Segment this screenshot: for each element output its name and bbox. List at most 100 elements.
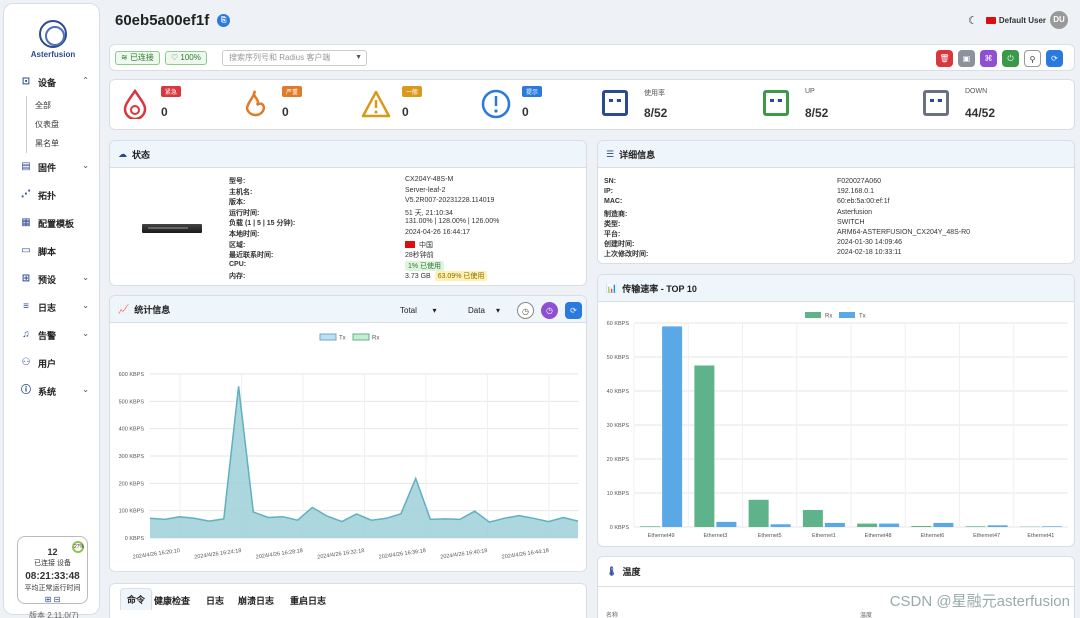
connection-status-badge: ≋ 已连接: [115, 51, 160, 65]
sidebar-item-label: 拓扑: [38, 190, 57, 201]
sidebar-item-label: 预设: [38, 274, 57, 285]
refresh-button[interactable]: ⟳: [1046, 50, 1063, 67]
sidebar-item-label: 告警: [38, 330, 57, 341]
data-select[interactable]: Data ▾: [468, 306, 500, 315]
alarm-minor[interactable]: 一般 0: [361, 86, 461, 126]
temp-col-name[interactable]: 名称: [606, 610, 618, 618]
alarm-info[interactable]: 提示 0: [481, 86, 581, 126]
chevron-down-icon[interactable]: ▼: [355, 51, 362, 65]
refresh-stats-button[interactable]: ⟳: [565, 302, 582, 319]
line-chart-icon: 📈: [118, 303, 130, 314]
history-button[interactable]: ◷: [517, 302, 534, 319]
y-tick-label: 60 KBPS: [607, 321, 630, 327]
y-tick-label: 500 KBPS: [119, 399, 145, 405]
port-usage-label: 使用率: [644, 90, 665, 97]
y-tick-label: 300 KBPS: [119, 454, 145, 460]
chevron-down-icon[interactable]: ⌄: [82, 329, 89, 338]
chevron-down-icon[interactable]: ⌄: [82, 385, 89, 394]
statistics-card-header: 📈 统计信息: [110, 296, 586, 323]
x-tick-label: 2024/4/26 16:32:18: [317, 548, 365, 561]
status-key: 最近联系时间:: [229, 252, 274, 260]
sidebar-item-4[interactable]: ▭ 脚本: [4, 237, 101, 265]
sidebar-item-9[interactable]: ⓘ 系统 ⌄: [4, 377, 101, 405]
next-icon[interactable]: ⊟: [54, 595, 61, 604]
sidebar-item-6[interactable]: ≡ 日志 ⌄: [4, 293, 101, 321]
sidebar-item-2[interactable]: ⋰ 拓扑: [4, 181, 101, 209]
chevron-down-icon[interactable]: ⌄: [82, 161, 89, 170]
y-tick-label: 100 KBPS: [119, 509, 145, 515]
detail-value: 2024-01-30 14:09:46: [837, 239, 902, 247]
status-value: CX204Y-48S-M: [405, 176, 454, 183]
chevron-down-icon[interactable]: ⌄: [82, 273, 89, 282]
temp-col-value[interactable]: 温度: [860, 610, 872, 618]
status-value: 中国: [405, 240, 433, 250]
user-name[interactable]: Default User: [999, 16, 1046, 25]
y-tick-label: 0 KBPS: [125, 536, 145, 542]
status-value: 28秒钟前: [405, 252, 434, 260]
dark-mode-icon[interactable]: ☾: [968, 14, 978, 27]
sidebar-item-7[interactable]: ♫ 告警 ⌄: [4, 321, 101, 349]
port-down-label: DOWN: [965, 88, 988, 95]
status-key: 本地时间:: [229, 231, 260, 238]
x-tick-label: Ethernet41: [1027, 533, 1054, 539]
detail-key: 创建时间:: [604, 241, 635, 249]
tab-4[interactable]: 重启日志: [290, 594, 326, 607]
health-badge: ♡ 100%: [165, 51, 207, 65]
tab-2[interactable]: 日志: [206, 594, 224, 607]
chevron-up-icon[interactable]: ⌃: [82, 76, 89, 85]
legend-swatch: [319, 333, 337, 341]
info-circle-icon: [481, 89, 511, 119]
chevron-down-icon[interactable]: ⌄: [82, 301, 89, 310]
connect-button[interactable]: ⌘: [980, 50, 997, 67]
sidebar-item-5[interactable]: ⊞ 预设 ⌄: [4, 265, 101, 293]
clock-button[interactable]: ◷: [541, 302, 558, 319]
preset-icon: ⊞: [21, 273, 31, 284]
sidebar-subitem[interactable]: 黑名单: [26, 134, 101, 153]
detail-key: IP:: [604, 188, 613, 196]
y-tick-label: 30 KBPS: [607, 423, 630, 429]
info-badge: 提示: [522, 86, 543, 97]
tab-1[interactable]: 健康检查: [154, 594, 190, 607]
critical-count: 0: [161, 105, 168, 119]
avg-uptime-value: 08:21:33:48: [25, 571, 80, 582]
sidebar-subitem[interactable]: 仪表盘: [26, 115, 101, 134]
alarm-critical[interactable]: 紧急 0: [120, 86, 220, 126]
sidebar-item-8[interactable]: ⚇ 用户: [4, 349, 101, 377]
y-tick-label: 0 KBPS: [610, 525, 630, 531]
status-value: 131.00% | 128.00% | 126.00%: [405, 218, 500, 226]
bar-rx: [748, 499, 769, 527]
search-input[interactable]: 搜索序列号和 Radius 客户端 ▼: [222, 50, 367, 66]
ethernet-port-down-icon: [923, 90, 949, 116]
tools-button[interactable]: ⚲: [1024, 50, 1041, 67]
user-area: ☾ Default User DU: [968, 11, 1068, 29]
x-tick-label: 2024/4/26 16:44:18: [501, 548, 549, 561]
bar-tx: [824, 522, 845, 527]
sidebar: Asterfusion ⊡ 设备 ⌃ 全部 仪表盘 黑名单 ▤ 固件 ⌄ ⋰ 拓扑 ▦ 配置模板 ▭ 脚本 ⊞…: [3, 3, 101, 618]
logo-icon: [39, 20, 67, 48]
tab-3[interactable]: 崩溃日志: [238, 594, 274, 607]
transfer-rate-card-header: 📊 传输速率 - TOP 10: [598, 275, 1074, 302]
sidebar-subitem[interactable]: 全部: [26, 96, 101, 115]
china-flag-icon: [405, 241, 415, 249]
alarm-major[interactable]: 严重 0: [241, 86, 341, 126]
list-icon: ☰: [606, 148, 615, 159]
power-button[interactable]: ⏻: [1002, 50, 1019, 67]
sidebar-item-3[interactable]: ▦ 配置模板: [4, 209, 101, 237]
detail-value: Asterfusion: [837, 208, 873, 216]
x-tick-label: 2024/4/26 16:20:10: [132, 548, 180, 561]
prev-icon[interactable]: ⊞: [45, 595, 52, 604]
language-flag-icon[interactable]: [985, 16, 996, 24]
sidebar-item-0[interactable]: ⊡ 设备 ⌃: [4, 68, 101, 96]
details-card-header: ☰ 详细信息: [598, 141, 1074, 168]
terminal-button[interactable]: ▣: [958, 50, 975, 67]
tab-0[interactable]: 命令: [120, 588, 153, 610]
copy-icon[interactable]: ⎘: [217, 14, 231, 27]
ethernet-port-up-icon: [763, 90, 789, 116]
total-select[interactable]: Total ▾: [400, 306, 436, 315]
details-card: ☰ 详细信息 SN: F020027A060 IP: 192.168.0.1 MAC: 60…: [597, 140, 1075, 264]
avatar[interactable]: DU: [1050, 11, 1068, 29]
sidebar-item-1[interactable]: ▤ 固件 ⌄: [4, 153, 101, 181]
delete-button[interactable]: 🗑: [936, 50, 953, 67]
version-label: 版本 2.11.0(7): [29, 611, 79, 618]
asterfusion-logo[interactable]: Asterfusion: [30, 20, 76, 59]
